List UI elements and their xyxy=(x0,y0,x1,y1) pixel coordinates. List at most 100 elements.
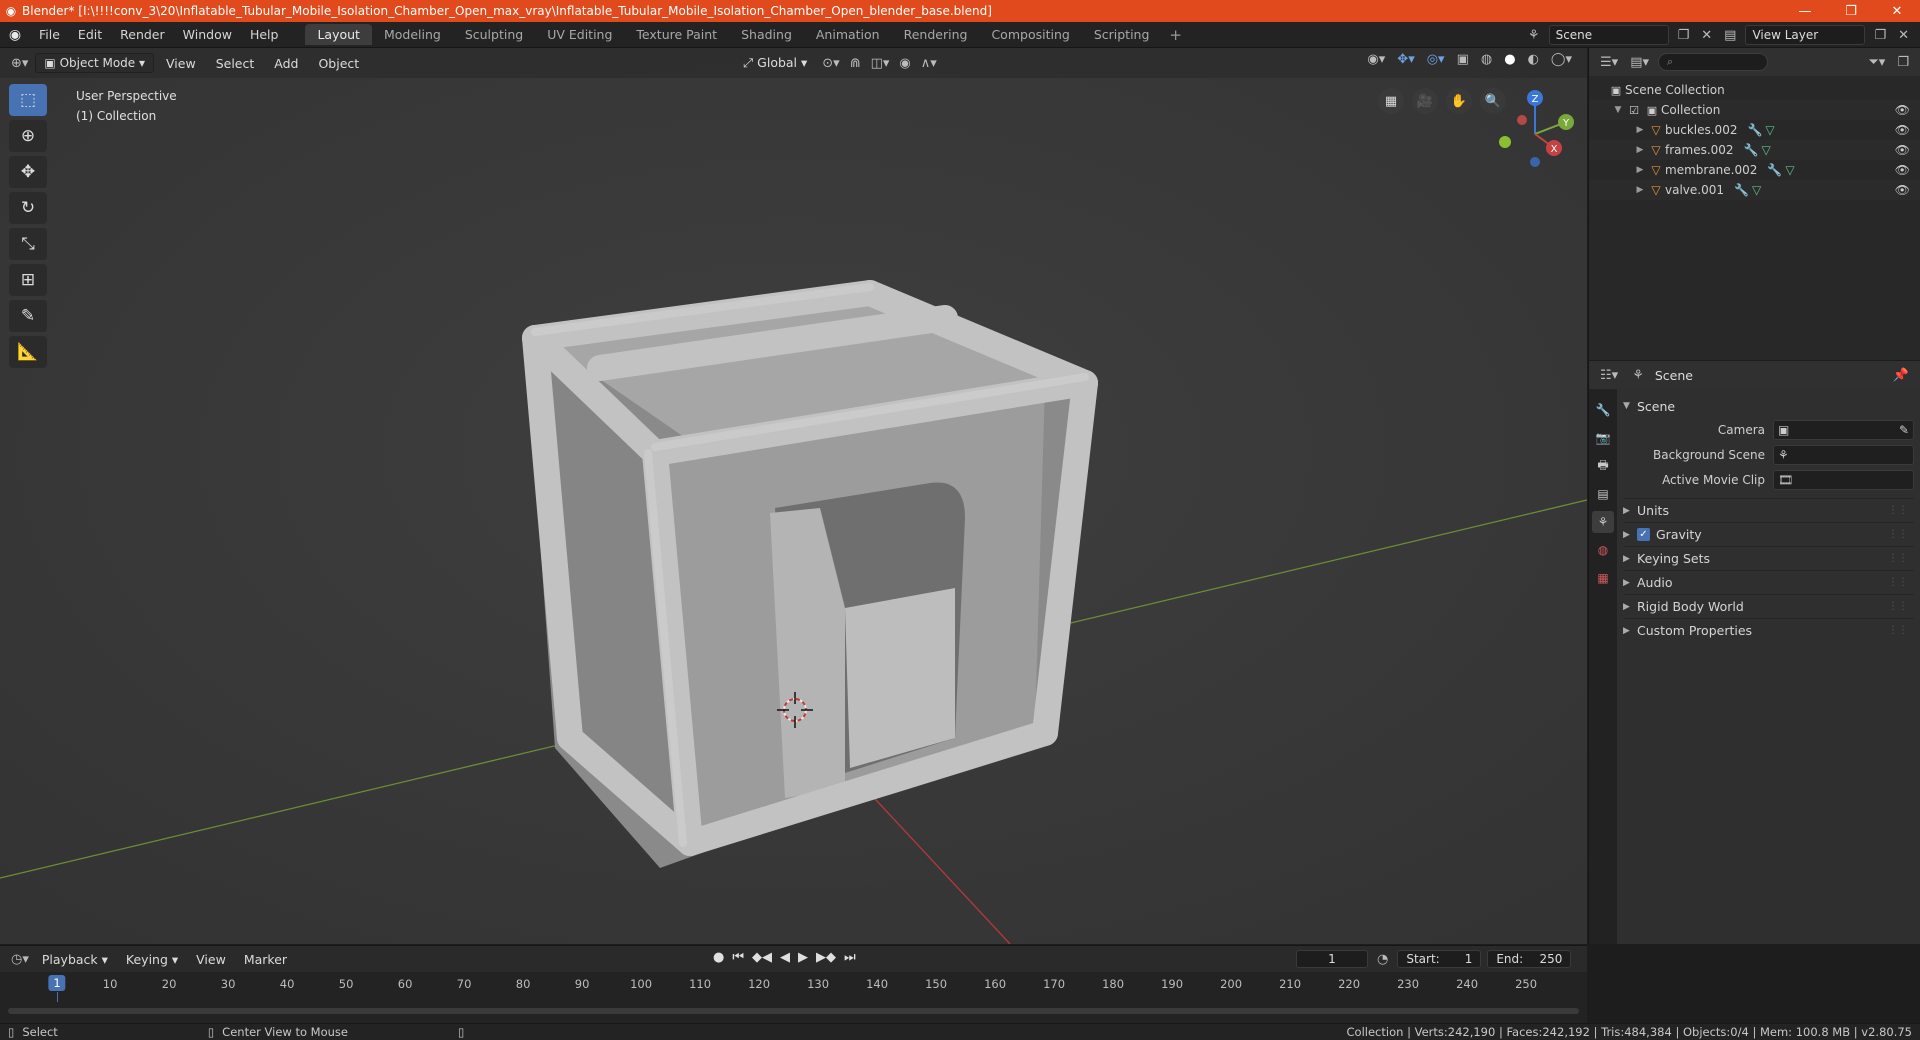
drag-grip-icon[interactable]: ⋮⋮ xyxy=(1888,529,1908,540)
menu-window[interactable]: Window xyxy=(174,27,241,42)
xray-icon[interactable]: ▣ xyxy=(1454,52,1472,67)
tab-compositing[interactable]: Compositing xyxy=(979,24,1081,45)
drag-grip-icon[interactable]: ⋮⋮ xyxy=(1888,625,1908,636)
jump-start-icon[interactable]: ⏮ xyxy=(729,950,747,965)
play-reverse-icon[interactable]: ◀ xyxy=(777,950,793,965)
eye-icon[interactable]: 👁 xyxy=(1895,183,1910,197)
menu-render[interactable]: Render xyxy=(111,27,174,42)
tab-modeling[interactable]: Modeling xyxy=(372,24,453,45)
3d-viewport[interactable]: ⊕▾ ▣ Object Mode ▾ View Select Add Objec… xyxy=(0,48,1587,944)
object-mode-dropdown[interactable]: ▣ Object Mode ▾ xyxy=(35,53,155,73)
expand-triangle-icon[interactable]: ▶ xyxy=(1633,125,1647,135)
tab-texture-paint[interactable]: Texture Paint xyxy=(624,24,729,45)
eye-icon[interactable]: 👁 xyxy=(1895,163,1910,177)
move-tool-icon[interactable]: ✥ xyxy=(9,156,47,188)
view-layer-field[interactable]: View Layer xyxy=(1745,25,1866,45)
material-shading-icon[interactable]: ◐ xyxy=(1525,52,1542,67)
outliner-editor-icon[interactable]: ☰▾ xyxy=(1597,55,1621,70)
timeline-scrollbar[interactable] xyxy=(8,1008,1579,1014)
keying-sets-panel-header[interactable]: ▶ Keying Sets ⋮⋮ xyxy=(1623,546,1914,570)
transform-tool-icon[interactable]: ⊞ xyxy=(9,264,47,296)
view-layer-tab-icon[interactable]: ▤ xyxy=(1592,483,1614,505)
outliner-object-valve[interactable]: ▶ ▽ valve.001 🔧 ▽ 👁 xyxy=(1589,180,1920,200)
solid-shading-icon[interactable]: ● xyxy=(1501,52,1518,67)
gravity-panel-header[interactable]: ▶ ✓ Gravity ⋮⋮ xyxy=(1623,522,1914,546)
tab-scripting[interactable]: Scripting xyxy=(1082,24,1162,45)
overlay-toggle-icon[interactable]: ◎▾ xyxy=(1424,52,1448,67)
outliner-scene-collection[interactable]: ▣ Scene Collection xyxy=(1589,80,1920,100)
viewport-menu-add[interactable]: Add xyxy=(266,54,306,73)
record-icon[interactable]: ● xyxy=(710,950,727,965)
mesh-data-icon[interactable]: ▽ xyxy=(1762,143,1771,157)
texture-tab-icon[interactable]: ▦ xyxy=(1592,567,1614,589)
snap-target-icon[interactable]: ◫▾ xyxy=(868,56,893,71)
next-keyframe-icon[interactable]: ▶◆ xyxy=(813,950,839,965)
outliner-object-buckles[interactable]: ▶ ▽ buckles.002 🔧 ▽ 👁 xyxy=(1589,120,1920,140)
modifier-icon[interactable]: 🔧 xyxy=(1747,123,1762,137)
blender-menu-icon[interactable]: ◉ xyxy=(0,27,30,43)
modifier-icon[interactable]: 🔧 xyxy=(1744,143,1759,157)
menu-file[interactable]: File xyxy=(30,27,69,42)
current-frame-marker[interactable]: 1 xyxy=(48,975,66,991)
mesh-data-icon[interactable]: ▽ xyxy=(1752,183,1761,197)
rigid-body-world-panel-header[interactable]: ▶ Rigid Body World ⋮⋮ xyxy=(1623,594,1914,618)
expand-triangle-icon[interactable]: ▶ xyxy=(1633,165,1647,175)
units-panel-header[interactable]: ▶ Units ⋮⋮ xyxy=(1623,498,1914,522)
snap-icon[interactable]: ⋒ xyxy=(847,56,864,71)
gravity-checkbox[interactable]: ✓ xyxy=(1637,528,1650,541)
current-frame-field[interactable]: 1 xyxy=(1296,950,1368,968)
minimize-button[interactable]: — xyxy=(1782,0,1828,22)
menu-help[interactable]: Help xyxy=(241,27,288,42)
scene-selector-icon[interactable]: ⚘ xyxy=(1525,28,1543,43)
audio-panel-header[interactable]: ▶ Audio ⋮⋮ xyxy=(1623,570,1914,594)
prev-keyframe-icon[interactable]: ◆◀ xyxy=(749,950,775,965)
render-tab-icon[interactable]: 📷 xyxy=(1592,427,1614,449)
eye-icon[interactable]: 👁 xyxy=(1895,143,1910,157)
checkbox-icon[interactable]: ☑ xyxy=(1625,104,1643,117)
timeline-menu-marker[interactable]: Marker xyxy=(236,950,295,969)
drag-grip-icon[interactable]: ⋮⋮ xyxy=(1888,577,1908,588)
timeline-menu-keying[interactable]: Keying ▾ xyxy=(118,950,186,969)
new-collection-icon[interactable]: ❐ xyxy=(1894,55,1912,70)
tab-layout[interactable]: Layout xyxy=(305,24,372,45)
eyedropper-icon[interactable]: ✎ xyxy=(1899,423,1909,437)
gizmo-toggle-icon[interactable]: ✥▾ xyxy=(1394,52,1417,67)
output-tab-icon[interactable]: 🖶 xyxy=(1592,455,1614,477)
maximize-button[interactable]: ❐ xyxy=(1828,0,1874,22)
preview-range-icon[interactable]: ◔ xyxy=(1374,952,1391,967)
camera-view-icon[interactable]: 🎥 xyxy=(1412,88,1438,114)
pin-icon[interactable]: 📌 xyxy=(1890,368,1912,383)
timeline-editor-icon[interactable]: ◷▾ xyxy=(8,952,32,967)
end-frame-field[interactable]: End: 250 xyxy=(1487,950,1572,968)
scene-tab-icon[interactable]: ⚘ xyxy=(1592,511,1614,533)
outliner-search-input[interactable]: ⌕ xyxy=(1658,53,1768,71)
pan-view-icon[interactable]: ✋ xyxy=(1446,88,1472,114)
tab-uv-editing[interactable]: UV Editing xyxy=(535,24,624,45)
delete-view-layer-icon[interactable]: ✕ xyxy=(1895,28,1912,43)
expand-triangle-icon[interactable]: ▶ xyxy=(1633,145,1647,155)
world-tab-icon[interactable]: ◍ xyxy=(1592,539,1614,561)
timeline-menu-view[interactable]: View xyxy=(188,950,234,969)
drag-grip-icon[interactable]: ⋮⋮ xyxy=(1888,505,1908,516)
tool-tab-icon[interactable]: 🔧 xyxy=(1592,399,1614,421)
new-view-layer-icon[interactable]: ❐ xyxy=(1871,28,1889,43)
annotate-tool-icon[interactable]: ✎ xyxy=(9,300,47,332)
rendered-shading-icon[interactable]: ◯▾ xyxy=(1548,52,1575,67)
timeline-ruler[interactable]: 1 10 20 30 40 50 60 70 80 90 100 110 120 130 140 150 160… xyxy=(0,972,1587,1002)
jump-end-icon[interactable]: ⏭ xyxy=(841,950,859,965)
view-layer-icon[interactable]: ▤ xyxy=(1721,28,1739,43)
outliner-collection[interactable]: ▼ ☑ ▣ Collection 👁 xyxy=(1589,100,1920,120)
rotate-tool-icon[interactable]: ↻ xyxy=(9,192,47,224)
eye-icon[interactable]: 👁 xyxy=(1895,103,1910,117)
tab-animation[interactable]: Animation xyxy=(804,24,892,45)
scene-field[interactable]: Scene xyxy=(1548,25,1669,45)
delete-scene-icon[interactable]: ✕ xyxy=(1698,28,1715,43)
start-frame-field[interactable]: Start: 1 xyxy=(1397,950,1482,968)
measure-tool-icon[interactable]: 📐 xyxy=(9,336,47,368)
scale-tool-icon[interactable]: ⤡ xyxy=(9,228,47,260)
new-scene-icon[interactable]: ❐ xyxy=(1675,28,1693,43)
tab-rendering[interactable]: Rendering xyxy=(892,24,980,45)
falloff-icon[interactable]: ∧▾ xyxy=(918,56,940,71)
add-workspace-icon[interactable]: + xyxy=(1161,26,1190,44)
menu-edit[interactable]: Edit xyxy=(69,27,111,42)
